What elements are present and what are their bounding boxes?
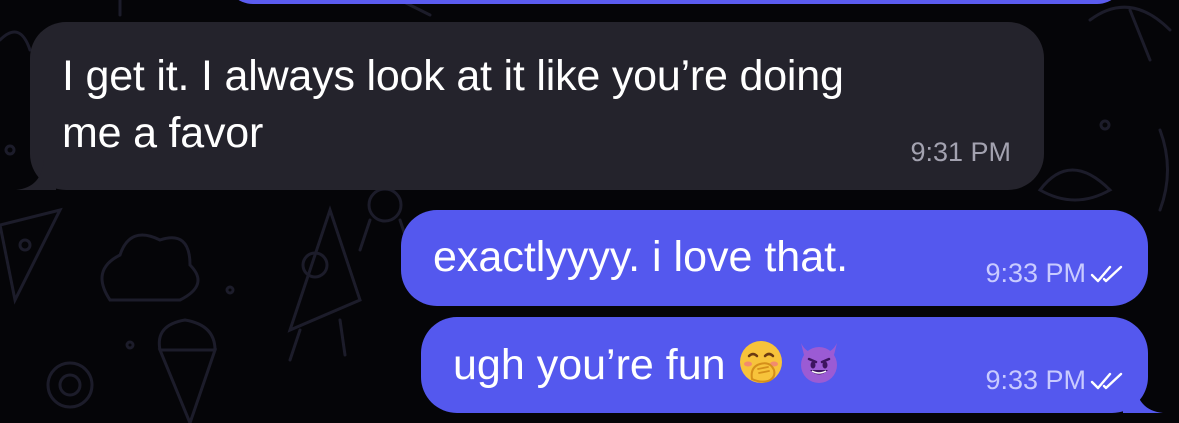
previous-message-bubble-edge xyxy=(225,0,1125,4)
message-text-row: ugh you’re fun xyxy=(453,339,842,390)
outgoing-message-bubble[interactable]: ugh you’re fun 9:33 PM xyxy=(421,317,1148,413)
message-timestamp: 9:33 PM xyxy=(985,258,1086,288)
message-meta: 9:33 PM xyxy=(985,365,1124,396)
message-timestamp: 9:33 PM xyxy=(985,365,1086,395)
incoming-message-bubble[interactable]: I get it. I always look at it like you’r… xyxy=(30,22,1044,190)
double-check-icon xyxy=(1090,372,1123,389)
chat-view: I get it. I always look at it like you’r… xyxy=(0,0,1179,423)
message-meta: 9:33 PM xyxy=(985,258,1124,289)
double-check-icon xyxy=(1090,265,1123,282)
message-text: ugh you’re fun xyxy=(453,341,726,389)
message-text: exactlyyyy. i love that. xyxy=(433,233,849,281)
hand-over-mouth-emoji xyxy=(739,341,782,383)
outgoing-message-bubble[interactable]: exactlyyyy. i love that. 9:33 PM xyxy=(401,210,1148,306)
message-text: I get it. I always look at it like you’r… xyxy=(62,52,844,157)
smiling-devil-emoji xyxy=(800,343,837,383)
message-timestamp: 9:31 PM xyxy=(910,137,1011,167)
